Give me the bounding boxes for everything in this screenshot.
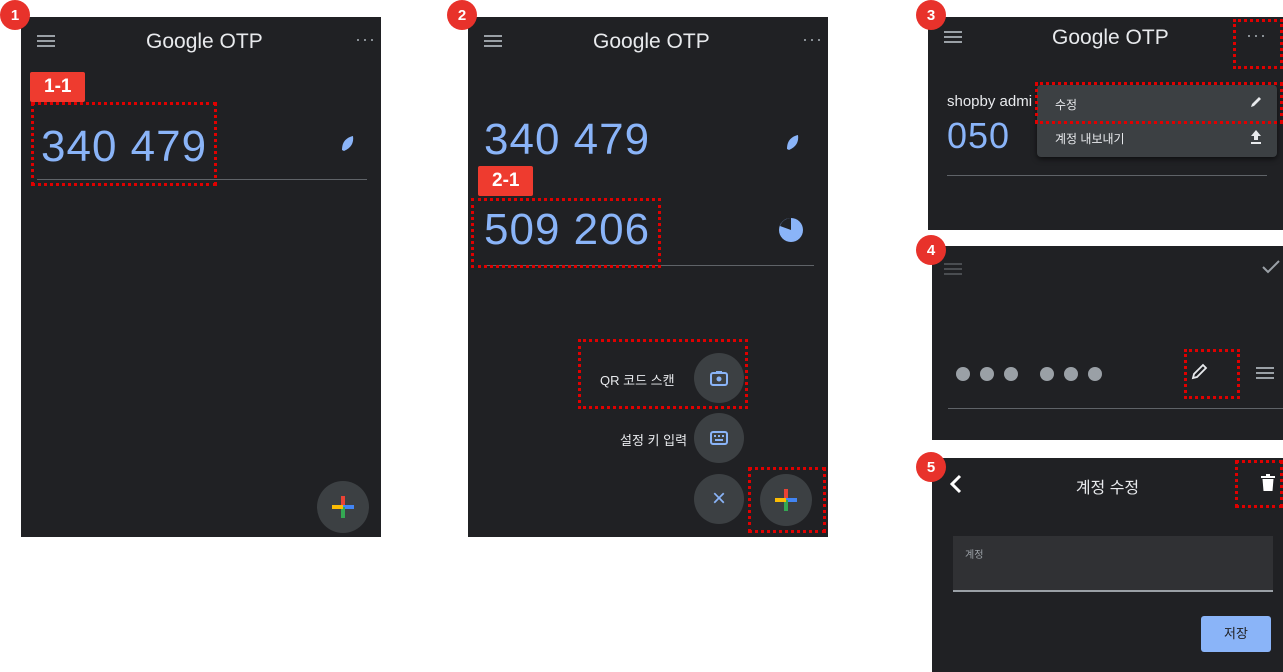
timer-pie-icon	[779, 218, 803, 242]
highlight-box	[471, 198, 661, 268]
step-tag-2-1: 2-1	[478, 166, 534, 196]
app-title: Google OTP	[146, 30, 263, 53]
export-label: 계정 내보내기	[1055, 132, 1125, 146]
account-field-label: 계정	[965, 550, 984, 561]
screen-5: 계정 수정 계정 저장	[932, 458, 1283, 672]
account-name: shopby admi	[947, 93, 1033, 110]
menu-item-export[interactable]: 계정 내보내기	[1037, 121, 1277, 157]
hidden-code	[956, 367, 1112, 386]
timer-pie-icon	[342, 136, 354, 151]
reorder-icon[interactable]	[1256, 367, 1274, 380]
step-badge-2: 2	[447, 0, 477, 30]
step-badge-5: 5	[916, 452, 946, 482]
more-icon[interactable]: ···	[802, 29, 823, 50]
divider	[948, 408, 1283, 409]
page-title: 계정 수정	[1075, 480, 1140, 497]
add-button[interactable]	[317, 481, 369, 533]
screen-2: Google OTP ··· 340 479 509 206 QR 코드 스캔 …	[468, 17, 828, 537]
step-badge-1: 1	[0, 0, 30, 30]
step-tag-1-1: 1-1	[30, 72, 86, 102]
keyboard-icon	[710, 431, 728, 445]
highlight-box	[31, 102, 217, 186]
step-badge-3: 3	[916, 0, 946, 30]
otp-code[interactable]: 340 479	[484, 115, 650, 165]
menu-icon[interactable]	[944, 31, 962, 44]
highlight-box	[1184, 349, 1240, 399]
otp-code[interactable]: 050	[947, 115, 1010, 157]
more-icon[interactable]: ···	[355, 29, 376, 50]
close-button[interactable]: ×	[694, 474, 744, 524]
step-badge-4: 4	[916, 235, 946, 265]
timer-pie-icon	[787, 135, 799, 150]
highlight-box	[748, 467, 826, 533]
upload-icon	[1251, 130, 1261, 144]
divider	[947, 175, 1267, 176]
screen-4	[932, 246, 1283, 440]
check-icon[interactable]	[1262, 260, 1280, 274]
menu-icon[interactable]	[37, 35, 55, 48]
plus-icon	[332, 496, 354, 518]
setup-key-button[interactable]	[694, 413, 744, 463]
close-icon: ×	[711, 485, 726, 512]
highlight-box	[1235, 460, 1283, 508]
highlight-box	[578, 339, 748, 409]
highlight-box	[1233, 19, 1283, 69]
app-title: Google OTP	[593, 30, 710, 53]
menu-icon	[944, 263, 962, 276]
setup-key-label[interactable]: 설정 키 입력	[620, 430, 687, 449]
account-field[interactable]: 계정	[953, 536, 1273, 592]
app-title: Google OTP	[1052, 26, 1169, 49]
highlight-box	[1035, 82, 1283, 124]
save-button[interactable]: 저장	[1201, 616, 1271, 652]
menu-icon[interactable]	[484, 35, 502, 48]
